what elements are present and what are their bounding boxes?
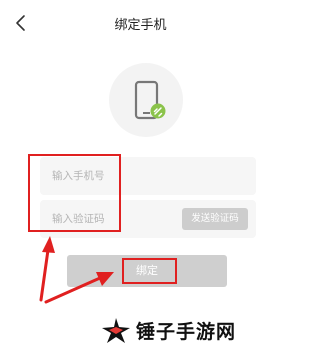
send-code-button[interactable]: 发送验证码 <box>182 208 248 230</box>
watermark-logo-icon <box>102 318 130 343</box>
phone-avatar <box>109 63 183 137</box>
code-field: 发送验证码 <box>40 200 256 238</box>
code-input[interactable] <box>40 200 182 238</box>
phone-field <box>40 157 256 195</box>
arrow-up-icon <box>39 248 50 302</box>
phone-link-icon <box>134 80 166 120</box>
bind-button[interactable]: 绑定 <box>67 255 227 287</box>
bind-button-label: 绑定 <box>136 264 158 277</box>
phone-input[interactable] <box>40 157 182 195</box>
watermark-text: 锤子手游网 <box>136 321 237 343</box>
watermark: 锤子手游网 <box>100 314 270 346</box>
top-bar: 绑定手机 <box>0 0 281 46</box>
page-title: 绑定手机 <box>114 18 167 33</box>
